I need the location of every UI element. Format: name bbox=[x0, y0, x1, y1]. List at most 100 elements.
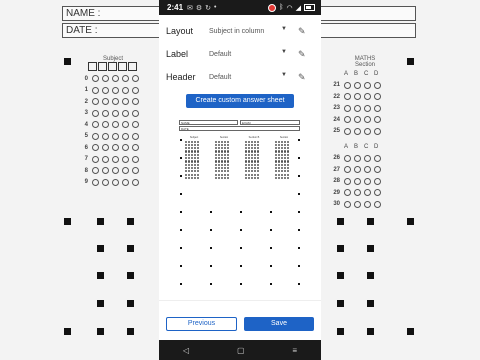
preview-timing-dot bbox=[210, 283, 212, 285]
back-icon[interactable]: ◁ bbox=[183, 346, 189, 355]
bg-bubble bbox=[92, 132, 99, 140]
edit-label-pencil-icon[interactable]: ✎ bbox=[298, 49, 306, 60]
preview-bubble bbox=[220, 163, 224, 166]
bg-bubble bbox=[112, 144, 119, 152]
preview-bubble bbox=[190, 176, 194, 179]
bg-timing-mark bbox=[337, 245, 344, 252]
preview-bubble bbox=[190, 150, 194, 153]
sync-icon: ↻ bbox=[205, 4, 212, 12]
bg-bubble bbox=[102, 132, 109, 140]
preview-bubble bbox=[187, 140, 191, 143]
preview-bubble bbox=[185, 163, 188, 166]
preview-bubble bbox=[217, 176, 221, 179]
preview-bubble bbox=[280, 163, 284, 166]
preview-bubble bbox=[215, 140, 218, 143]
preview-bubble bbox=[250, 163, 254, 166]
bg-bubble bbox=[102, 86, 109, 94]
preview-bubble bbox=[256, 173, 260, 176]
bg-bubble bbox=[112, 121, 119, 129]
signal-icon: ◢ bbox=[295, 4, 301, 12]
bg-bubble-row: 6 bbox=[78, 142, 148, 154]
bg-maths-column: MATHS Section ABCD 21 22 23 24 25 ABCD 26 27 2… bbox=[330, 56, 400, 210]
preview-bubble bbox=[283, 160, 287, 163]
preview-bubble bbox=[286, 150, 290, 153]
preview-bubble bbox=[190, 163, 194, 166]
bg-bubble bbox=[102, 144, 109, 152]
preview-bubble bbox=[196, 173, 200, 176]
preview-name-field: NAME bbox=[179, 120, 238, 125]
preview-bubble bbox=[217, 163, 221, 166]
preview-column: Section bbox=[275, 136, 293, 180]
bg-bubble bbox=[344, 200, 351, 208]
edit-layout-pencil-icon[interactable]: ✎ bbox=[298, 26, 306, 37]
preview-bubble-row bbox=[275, 176, 293, 179]
previous-button[interactable]: Previous bbox=[166, 317, 237, 331]
preview-bubble bbox=[283, 150, 287, 153]
preview-bubble bbox=[256, 163, 260, 166]
bg-bubble bbox=[364, 166, 371, 174]
bg-bubble bbox=[344, 93, 351, 101]
preview-bubble bbox=[277, 163, 281, 166]
battery-icon bbox=[304, 4, 315, 11]
preview-bubble bbox=[253, 150, 257, 153]
bg-row-number: 8 bbox=[84, 167, 88, 174]
bg-timing-mark bbox=[337, 328, 344, 335]
bg-bubble bbox=[354, 104, 361, 112]
bg-bubble bbox=[374, 166, 381, 174]
preview-column: Subject bbox=[185, 136, 203, 180]
status-icons-right: ᛒ ◠ ◢ bbox=[268, 3, 315, 12]
recents-icon[interactable]: ≡ bbox=[292, 346, 297, 355]
layout-dropdown[interactable]: Subject in column ▼ bbox=[203, 24, 293, 38]
preview-bubble bbox=[223, 150, 227, 153]
bg-option-letter: C bbox=[364, 70, 369, 77]
bg-timing-mark bbox=[337, 272, 344, 279]
layout-label: Layout bbox=[166, 26, 194, 36]
bg-bubble bbox=[112, 98, 119, 106]
preview-bubble bbox=[187, 150, 191, 153]
preview-timing-dot bbox=[270, 211, 272, 213]
preview-bubble bbox=[283, 173, 287, 176]
save-button[interactable]: Save bbox=[244, 317, 314, 331]
preview-timing-dot bbox=[298, 139, 300, 141]
preview-bubble bbox=[190, 160, 194, 163]
preview-bubble bbox=[286, 140, 290, 143]
bg-option-letter: B bbox=[354, 70, 359, 77]
preview-timing-dot bbox=[180, 229, 182, 231]
bg-bubble bbox=[364, 200, 371, 208]
preview-timing-dot bbox=[210, 247, 212, 249]
bg-bubble bbox=[92, 86, 99, 94]
preview-timing-dot bbox=[180, 139, 182, 141]
home-icon[interactable]: ▢ bbox=[237, 346, 245, 355]
bg-bubble bbox=[374, 93, 381, 101]
preview-bubble bbox=[280, 173, 284, 176]
bg-option-letter: B bbox=[354, 143, 359, 150]
bg-bubble bbox=[112, 75, 119, 83]
create-custom-answer-sheet-button[interactable]: Create custom answer sheet bbox=[186, 94, 294, 108]
header-setting-row: Header Default ▼ ✎ bbox=[166, 68, 316, 86]
label-dropdown[interactable]: Default ▼ bbox=[203, 47, 293, 61]
bg-option-letter: C bbox=[364, 143, 369, 150]
preview-bubble bbox=[256, 176, 260, 179]
header-dropdown[interactable]: Default ▼ bbox=[203, 70, 293, 84]
bg-bubble bbox=[122, 132, 129, 140]
edit-header-pencil-icon[interactable]: ✎ bbox=[298, 72, 306, 83]
preview-bubble bbox=[185, 173, 188, 176]
preview-timing-dot bbox=[270, 229, 272, 231]
bg-bubble bbox=[122, 121, 129, 129]
preview-bubble bbox=[185, 140, 188, 143]
bg-bubble bbox=[364, 93, 371, 101]
preview-bubble bbox=[223, 173, 227, 176]
preview-bubble bbox=[215, 176, 218, 179]
bg-bubble bbox=[354, 166, 361, 174]
wifi-icon: ◠ bbox=[286, 4, 293, 12]
preview-bubble bbox=[245, 150, 248, 153]
preview-bubble bbox=[226, 160, 230, 163]
bg-bubble bbox=[344, 116, 351, 124]
preview-bubble bbox=[277, 176, 281, 179]
preview-bubble bbox=[196, 176, 200, 179]
bg-bubble-row: 21 bbox=[330, 80, 400, 92]
preview-bubble bbox=[247, 150, 251, 153]
bg-bubble bbox=[344, 189, 351, 197]
bg-row-number: 24 bbox=[333, 116, 340, 123]
bg-bubble bbox=[344, 166, 351, 174]
